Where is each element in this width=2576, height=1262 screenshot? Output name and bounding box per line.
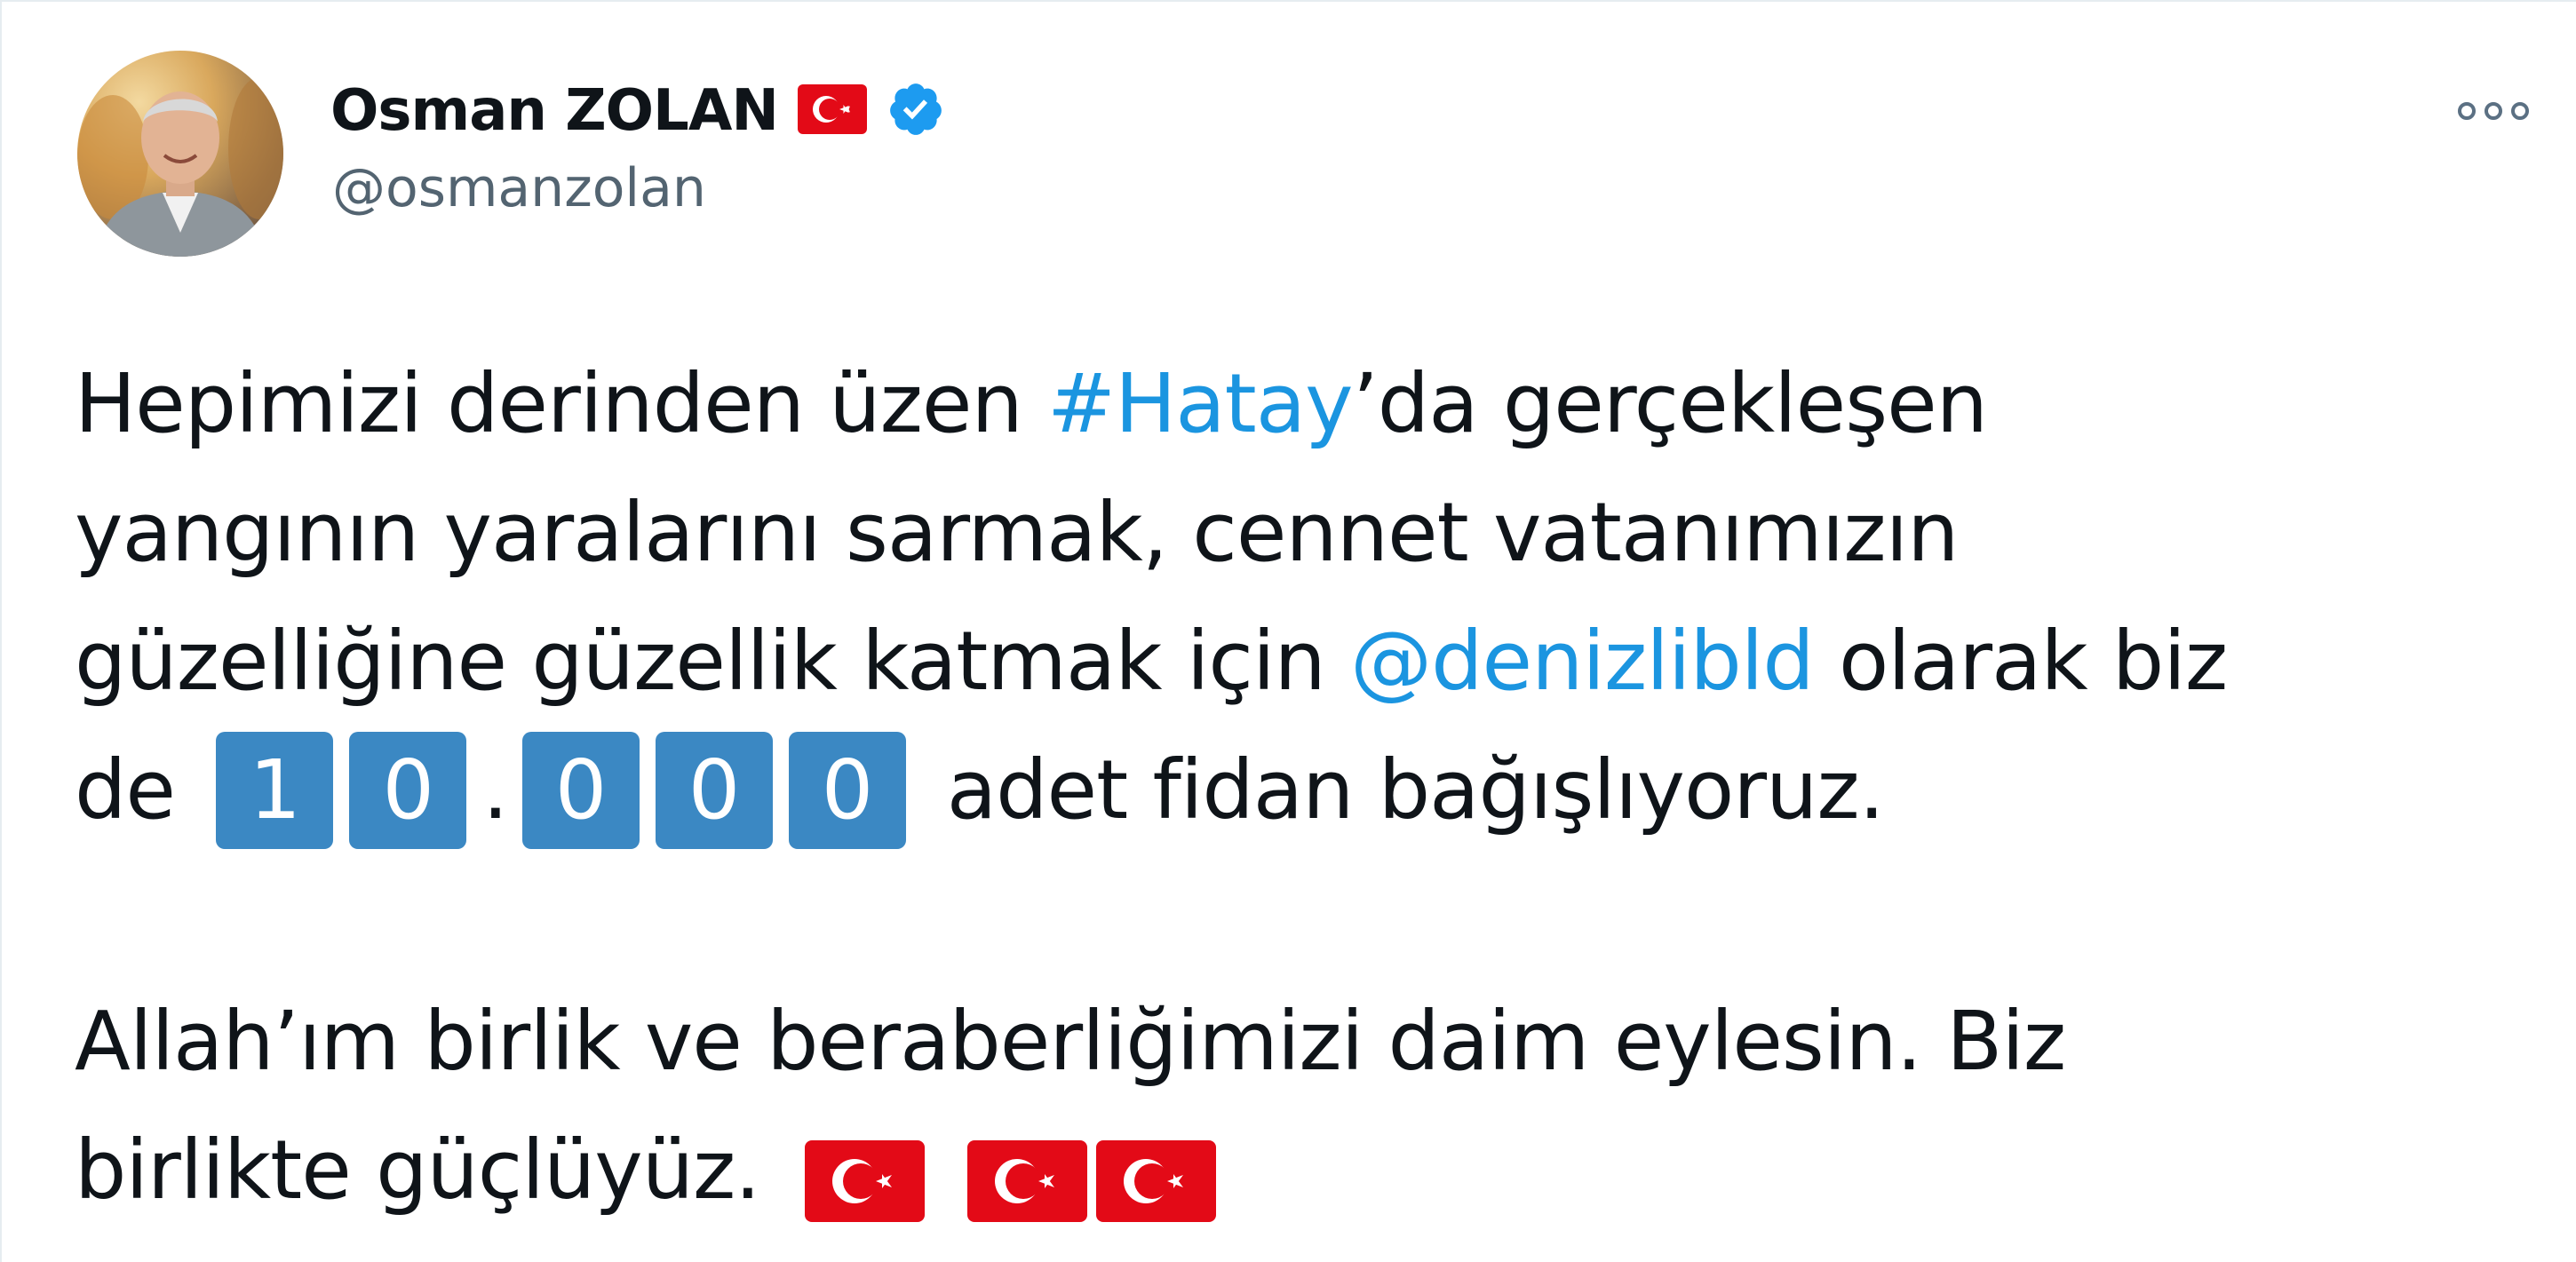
tweet-line-3: güzelliğine güzellik katmak için @denizl…	[75, 597, 2544, 726]
author-name-row: Osman ZOLAN	[330, 71, 945, 151]
tweet-text: Hepimizi derinden üzen #Hatay ’da gerçek…	[75, 339, 2544, 1234]
more-options-icon	[2456, 100, 2531, 125]
mention-link[interactable]: @denizlibld	[1350, 597, 1815, 726]
keycap-digit: 0	[788, 731, 906, 849]
keycap-digit: 0	[521, 731, 640, 849]
text-segment: birlikte güçlüyüz.	[75, 1123, 785, 1218]
keycap-digit: 0	[349, 731, 467, 849]
keycap-digit: 0	[655, 731, 773, 849]
text-segment: olarak biz	[1813, 614, 2228, 709]
tweet-line-5: Allah’ım birlik ve beraberliğimizi daim …	[75, 977, 2544, 1106]
hashtag-link[interactable]: #Hatay	[1047, 339, 1354, 468]
tweet-card: Osman ZOLAN @osmanzolan Hepimizi derinde…	[0, 0, 2576, 1262]
text-segment: ’da gerçekleşen	[1352, 356, 1989, 451]
keycap-digit: 1	[216, 731, 334, 849]
avatar[interactable]	[77, 51, 283, 257]
turkey-flag-icon	[1095, 1130, 1216, 1222]
text-segment: Hepimizi derinden üzen	[75, 356, 1048, 451]
user-handle[interactable]: @osmanzolan	[332, 157, 706, 219]
tweet-line-1: Hepimizi derinden üzen #Hatay ’da gerçek…	[75, 339, 2544, 468]
digit-separator: .	[482, 742, 508, 837]
text-segment: adet fidan bağışlıyoruz.	[921, 742, 1885, 837]
text-segment: yangının yaralarını sarmak, cennet vatan…	[75, 485, 1959, 580]
verified-badge-icon	[886, 80, 945, 142]
tweet-line-2: yangının yaralarını sarmak, cennet vatan…	[75, 468, 2544, 597]
turkey-flag-icon	[966, 1130, 1087, 1222]
tweet-line-4: de 1 0 . 0 0 0 adet fidan bağışlıyoruz.	[75, 726, 2544, 854]
text-segment: güzelliğine güzellik katmak için	[75, 614, 1351, 709]
turkey-flag-icon	[804, 1130, 925, 1222]
text-segment: Allah’ım birlik ve beraberliğimizi daim …	[75, 994, 2066, 1089]
more-options-button[interactable]	[2453, 86, 2533, 139]
tweet-line-6: birlikte güçlüyüz.	[75, 1106, 2544, 1234]
display-name[interactable]: Osman ZOLAN	[330, 78, 779, 144]
turkey-flag-icon	[797, 84, 867, 138]
text-segment: de	[75, 742, 201, 837]
